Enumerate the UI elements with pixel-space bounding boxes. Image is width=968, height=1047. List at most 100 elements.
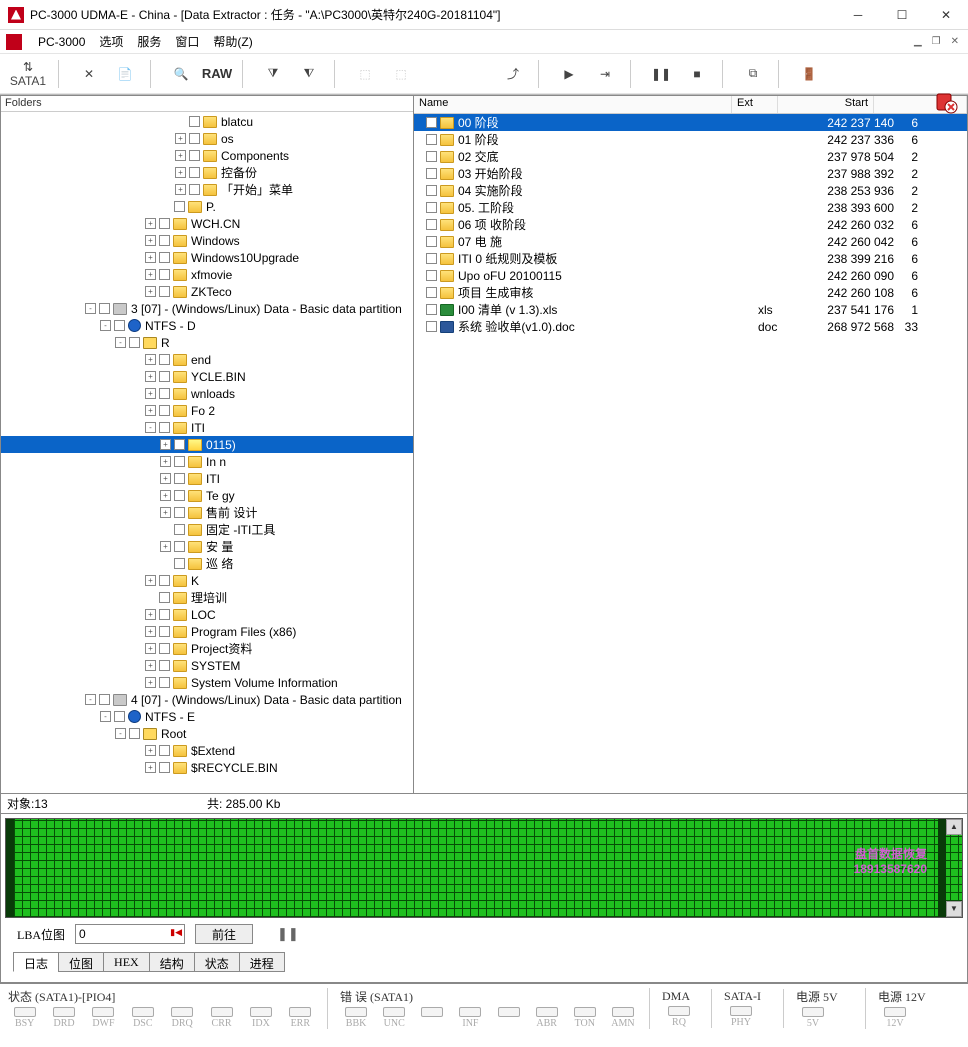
- tree-checkbox[interactable]: [189, 184, 200, 195]
- folder-tree[interactable]: blatcu+ os+ Components+ 控备份+ 「开始」菜单P.+WC…: [1, 112, 413, 793]
- tree-checkbox[interactable]: [159, 745, 170, 756]
- col-start[interactable]: Start: [778, 96, 874, 113]
- file-row[interactable]: 03 开始阶段237 988 3922: [414, 165, 967, 182]
- expander-icon[interactable]: +: [160, 456, 171, 467]
- expander-icon[interactable]: -: [100, 320, 111, 331]
- play-icon[interactable]: ▶: [554, 59, 584, 89]
- stop-icon[interactable]: ■: [682, 59, 712, 89]
- tree-checkbox[interactable]: [159, 235, 170, 246]
- tree-checkbox[interactable]: [189, 133, 200, 144]
- sector-map[interactable]: ▲ ▼: [5, 818, 963, 918]
- expander-icon[interactable]: -: [145, 422, 156, 433]
- file-checkbox[interactable]: [426, 185, 437, 196]
- file-checkbox[interactable]: [426, 168, 437, 179]
- tree-checkbox[interactable]: [159, 388, 170, 399]
- expander-icon[interactable]: +: [160, 541, 171, 552]
- tree-checkbox[interactable]: [159, 762, 170, 773]
- tree-item[interactable]: + YCLE.BIN: [1, 368, 413, 385]
- expander-icon[interactable]: -: [85, 694, 96, 705]
- expander-icon[interactable]: +: [145, 575, 156, 586]
- tab-位图[interactable]: 位图: [58, 952, 104, 972]
- tree-item[interactable]: +售前 设计: [1, 504, 413, 521]
- expander-icon[interactable]: +: [175, 184, 186, 195]
- tree-item[interactable]: -NTFS - E: [1, 708, 413, 725]
- expander-icon[interactable]: +: [145, 269, 156, 280]
- close-button[interactable]: ✕: [932, 5, 960, 25]
- tree-item[interactable]: + Components: [1, 147, 413, 164]
- expander-icon[interactable]: +: [145, 235, 156, 246]
- file-checkbox[interactable]: [426, 134, 437, 145]
- tree-item[interactable]: +安 量: [1, 538, 413, 555]
- tree-item[interactable]: +Program Files (x86): [1, 623, 413, 640]
- tree-checkbox[interactable]: [159, 677, 170, 688]
- file-checkbox[interactable]: [426, 219, 437, 230]
- tree-checkbox[interactable]: [189, 150, 200, 161]
- tree-item[interactable]: 理培训: [1, 589, 413, 606]
- file-row[interactable]: 05. 工阶段238 393 6002: [414, 199, 967, 216]
- file-checkbox[interactable]: [426, 202, 437, 213]
- tree-item[interactable]: +$Extend: [1, 742, 413, 759]
- tree-item[interactable]: + 「开始」菜单: [1, 181, 413, 198]
- tree-checkbox[interactable]: [159, 422, 170, 433]
- tree-item[interactable]: blatcu: [1, 113, 413, 130]
- tab-日志[interactable]: 日志: [13, 952, 59, 972]
- expander-icon[interactable]: +: [145, 405, 156, 416]
- file-row[interactable]: 项目 生成审核242 260 1086: [414, 284, 967, 301]
- col-ext[interactable]: Ext: [732, 96, 778, 113]
- tree-checkbox[interactable]: [114, 711, 125, 722]
- exit-icon[interactable]: 🚪: [794, 59, 824, 89]
- file-checkbox[interactable]: [426, 117, 437, 128]
- expander-icon[interactable]: +: [145, 371, 156, 382]
- tab-进程[interactable]: 进程: [239, 952, 285, 972]
- expander-icon[interactable]: -: [115, 728, 126, 739]
- file-row[interactable]: I00 清单 (v 1.3).xlsxls237 541 1761: [414, 301, 967, 318]
- tree-item[interactable]: +Te gy: [1, 487, 413, 504]
- tree-item[interactable]: +Fo 2: [1, 402, 413, 419]
- tree-checkbox[interactable]: [159, 286, 170, 297]
- expander-icon[interactable]: +: [175, 150, 186, 161]
- expander-icon[interactable]: +: [145, 762, 156, 773]
- expander-icon[interactable]: +: [145, 609, 156, 620]
- tree-item[interactable]: -Root: [1, 725, 413, 742]
- tree-checkbox[interactable]: [159, 218, 170, 229]
- file-row[interactable]: 00 阶段242 237 1406: [414, 114, 967, 131]
- tree-item[interactable]: + 0115): [1, 436, 413, 453]
- expander-icon[interactable]: +: [145, 745, 156, 756]
- file-checkbox[interactable]: [426, 270, 437, 281]
- tree-checkbox[interactable]: [189, 167, 200, 178]
- file-list[interactable]: 00 阶段242 237 140601 阶段242 237 336602 交底2…: [414, 114, 967, 793]
- tree-item[interactable]: P.: [1, 198, 413, 215]
- sata-button[interactable]: ⇅SATA1: [8, 59, 48, 89]
- minimize-button[interactable]: ─: [844, 5, 872, 25]
- tree-checkbox[interactable]: [159, 252, 170, 263]
- file-row[interactable]: 06 项 收阶段242 260 0326: [414, 216, 967, 233]
- file-checkbox[interactable]: [426, 304, 437, 315]
- tree-item[interactable]: +ITI: [1, 470, 413, 487]
- binoculars-icon[interactable]: 🔍: [166, 59, 196, 89]
- document-icon[interactable]: 📄: [110, 59, 140, 89]
- expander-icon[interactable]: +: [160, 473, 171, 484]
- menu-help[interactable]: 帮助(Z): [213, 33, 252, 50]
- mdi-minimize[interactable]: ▁: [911, 36, 925, 47]
- tree-checkbox[interactable]: [99, 694, 110, 705]
- funnel-in-icon[interactable]: ⧩: [258, 59, 288, 89]
- tree-checkbox[interactable]: [159, 643, 170, 654]
- tree-item[interactable]: -4 [07] - (Windows/Linux) Data - Basic d…: [1, 691, 413, 708]
- file-checkbox[interactable]: [426, 287, 437, 298]
- expander-icon[interactable]: -: [115, 337, 126, 348]
- expander-icon[interactable]: +: [145, 286, 156, 297]
- expander-icon[interactable]: +: [145, 218, 156, 229]
- tree-item[interactable]: +Windows: [1, 232, 413, 249]
- tools-icon[interactable]: ✕: [74, 59, 104, 89]
- tree-item[interactable]: -3 [07] - (Windows/Linux) Data - Basic d…: [1, 300, 413, 317]
- file-row[interactable]: 01 阶段242 237 3366: [414, 131, 967, 148]
- expander-icon[interactable]: +: [145, 252, 156, 263]
- file-row[interactable]: 系统 验收单(v1.0).docdoc268 972 56833: [414, 318, 967, 335]
- tree-checkbox[interactable]: [159, 371, 170, 382]
- file-checkbox[interactable]: [426, 253, 437, 264]
- tree-checkbox[interactable]: [174, 439, 185, 450]
- tree-checkbox[interactable]: [159, 592, 170, 603]
- tree-item[interactable]: +K: [1, 572, 413, 589]
- tree-item[interactable]: +Windows10Upgrade: [1, 249, 413, 266]
- tree-item[interactable]: +$RECYCLE.BIN: [1, 759, 413, 776]
